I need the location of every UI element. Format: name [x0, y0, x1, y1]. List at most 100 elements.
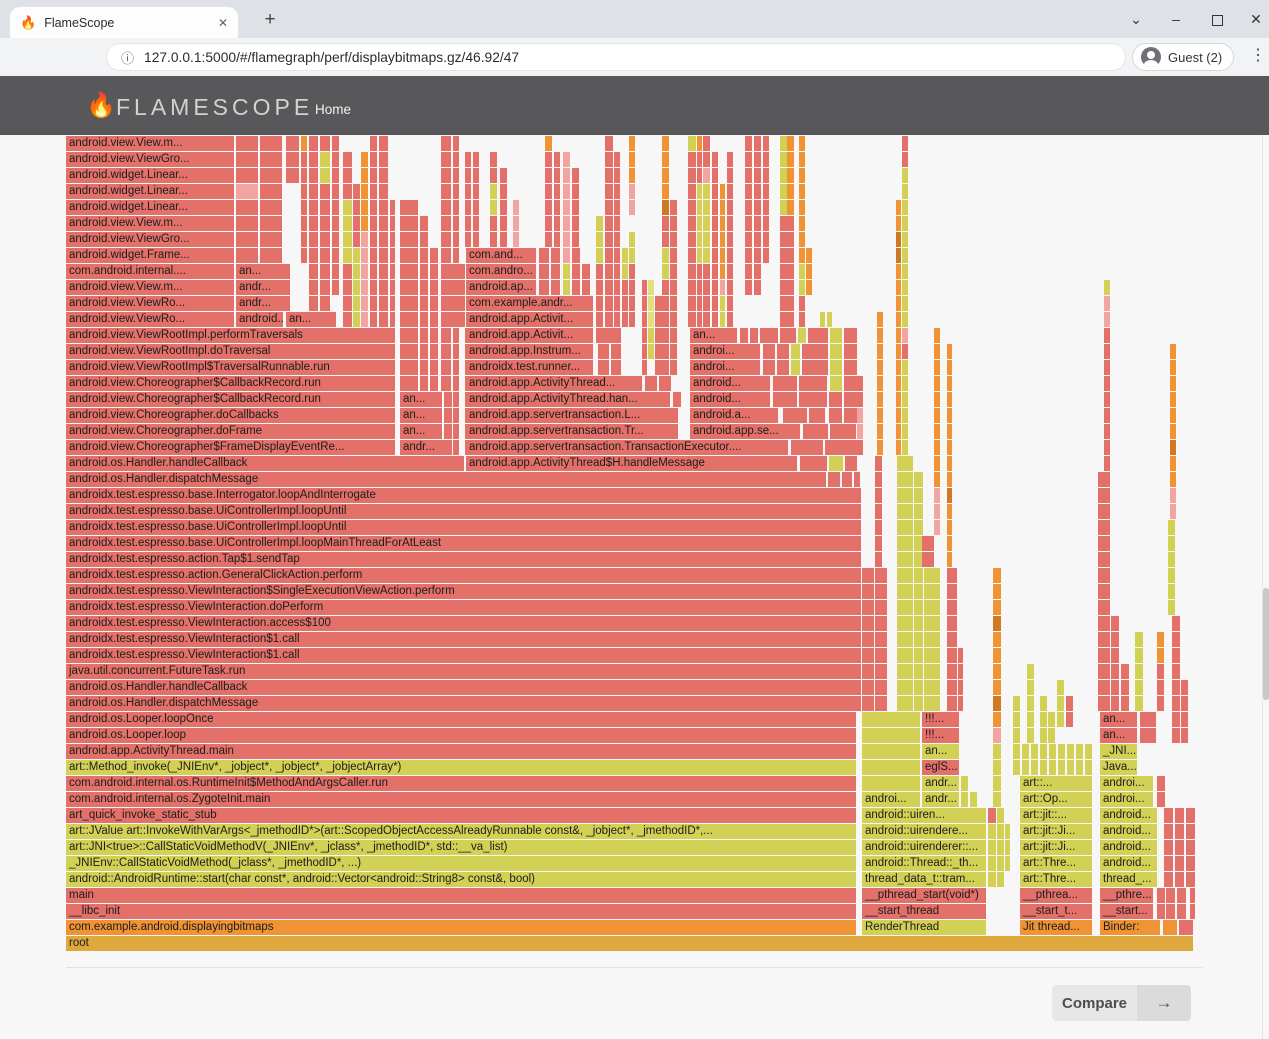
- flame-frame[interactable]: [370, 168, 377, 183]
- flame-frame[interactable]: [670, 280, 677, 295]
- flame-frame[interactable]: [712, 280, 718, 295]
- flame-frame[interactable]: [727, 232, 733, 247]
- flame-frame[interactable]: [798, 328, 806, 343]
- flame-frame[interactable]: [662, 136, 669, 151]
- flame-frame[interactable]: [897, 600, 913, 615]
- flame-frame[interactable]: [450, 280, 457, 295]
- flame-frame[interactable]: [697, 200, 702, 215]
- flame-frame[interactable]: [343, 312, 352, 327]
- flame-frame[interactable]: [343, 184, 352, 199]
- flame-frame[interactable]: [875, 456, 882, 471]
- flame-frame[interactable]: [459, 280, 465, 295]
- flame-frame[interactable]: [605, 184, 613, 199]
- flame-frame[interactable]: [809, 408, 825, 423]
- flame-frame[interactable]: eglS...: [922, 760, 959, 775]
- flame-frame[interactable]: [688, 232, 696, 247]
- flame-frame[interactable]: [441, 232, 451, 247]
- flame-frame[interactable]: android.view.View.m...: [66, 280, 234, 295]
- flame-frame[interactable]: Jit thread...: [1020, 920, 1092, 935]
- flame-frame[interactable]: [370, 216, 377, 231]
- flame-frame[interactable]: __pthre...: [1100, 888, 1153, 903]
- flame-frame[interactable]: [1049, 744, 1056, 759]
- flame-frame[interactable]: androidx.test.espresso.action.GeneralCli…: [66, 568, 861, 583]
- flame-frame[interactable]: [997, 824, 1004, 839]
- flame-frame[interactable]: [596, 232, 603, 247]
- flame-frame[interactable]: [563, 264, 570, 279]
- flame-frame[interactable]: [993, 712, 1001, 727]
- flame-frame[interactable]: [430, 360, 438, 375]
- flame-frame[interactable]: [1104, 344, 1110, 359]
- flame-frame[interactable]: [343, 168, 352, 183]
- flame-frame[interactable]: [688, 200, 696, 215]
- flame-frame[interactable]: [754, 248, 761, 263]
- flame-frame[interactable]: [1085, 760, 1092, 775]
- flame-frame[interactable]: !!!...: [922, 712, 959, 727]
- flame-frame[interactable]: [1175, 872, 1184, 887]
- flame-frame[interactable]: [780, 184, 787, 199]
- flame-frame[interactable]: [400, 360, 418, 375]
- flame-frame[interactable]: andr...: [922, 776, 959, 791]
- flame-frame[interactable]: [877, 328, 883, 343]
- flame-frame[interactable]: [605, 280, 613, 295]
- flame-frame[interactable]: [629, 312, 635, 327]
- flame-frame[interactable]: [697, 184, 702, 199]
- flame-frame[interactable]: [896, 392, 901, 407]
- flame-frame[interactable]: [862, 760, 920, 775]
- flame-frame[interactable]: [1098, 696, 1110, 711]
- flame-frame[interactable]: android::Thread::_th...: [862, 856, 986, 871]
- flame-frame[interactable]: [896, 376, 901, 391]
- flame-frame[interactable]: [720, 184, 725, 199]
- flame-frame[interactable]: [1170, 472, 1176, 487]
- flame-frame[interactable]: [301, 136, 307, 151]
- flame-frame[interactable]: __start_thread: [862, 904, 986, 919]
- flame-frame[interactable]: [934, 456, 940, 471]
- flame-frame[interactable]: [236, 248, 258, 263]
- flame-frame[interactable]: [420, 216, 428, 231]
- flame-frame[interactable]: [370, 136, 377, 151]
- flame-frame[interactable]: [622, 280, 628, 295]
- flame-frame[interactable]: [1181, 728, 1188, 743]
- flame-frame[interactable]: [875, 648, 887, 663]
- flame-frame[interactable]: [780, 264, 787, 279]
- flame-frame[interactable]: [993, 600, 1001, 615]
- flame-frame[interactable]: art::JNI<true>::CallStaticVoidMethodV(_J…: [66, 840, 856, 855]
- flame-frame[interactable]: [648, 344, 654, 359]
- flame-frame[interactable]: [551, 248, 560, 263]
- flame-frame[interactable]: [320, 232, 330, 247]
- flame-frame[interactable]: [444, 424, 452, 439]
- flame-frame[interactable]: [655, 328, 662, 343]
- flame-frame[interactable]: [875, 616, 887, 631]
- flame-frame[interactable]: [947, 360, 952, 375]
- flame-frame[interactable]: [825, 440, 857, 455]
- flame-frame[interactable]: [320, 248, 330, 263]
- flame-frame[interactable]: Binder:: [1100, 920, 1160, 935]
- flame-frame[interactable]: [1005, 840, 1010, 855]
- flame-frame[interactable]: [554, 184, 560, 199]
- flame-frame[interactable]: [332, 136, 339, 151]
- flame-frame[interactable]: android.view.Choreographer$CallbackRecor…: [66, 376, 395, 391]
- flame-frame[interactable]: [572, 184, 579, 199]
- flame-frame[interactable]: [844, 328, 857, 343]
- flame-frame[interactable]: [390, 200, 395, 215]
- flame-frame[interactable]: [740, 328, 748, 343]
- flame-frame[interactable]: [572, 200, 579, 215]
- flame-frame[interactable]: android.os.Handler.dispatchMessage: [66, 472, 826, 487]
- flame-frame[interactable]: [1166, 888, 1175, 903]
- flame-frame[interactable]: [875, 632, 887, 647]
- flame-frame[interactable]: [465, 168, 471, 183]
- flame-frame[interactable]: [720, 216, 725, 231]
- flame-frame[interactable]: [260, 216, 282, 231]
- flame-frame[interactable]: [236, 168, 258, 183]
- flame-frame[interactable]: art::Method_invoke(_JNIEnv*, _jobject*, …: [66, 760, 856, 775]
- flame-frame[interactable]: android.view.ViewRootImpl.performTravers…: [66, 328, 395, 343]
- flame-frame[interactable]: [309, 152, 318, 167]
- flame-frame[interactable]: [465, 232, 471, 247]
- flame-frame[interactable]: [1098, 552, 1110, 567]
- flame-frame[interactable]: [441, 184, 451, 199]
- flame-frame[interactable]: [997, 872, 1004, 887]
- flame-frame[interactable]: [862, 680, 874, 695]
- flame-frame[interactable]: [875, 696, 887, 711]
- flame-frame[interactable]: [1104, 392, 1110, 407]
- flame-frame[interactable]: [934, 504, 940, 519]
- flame-frame[interactable]: [441, 328, 451, 343]
